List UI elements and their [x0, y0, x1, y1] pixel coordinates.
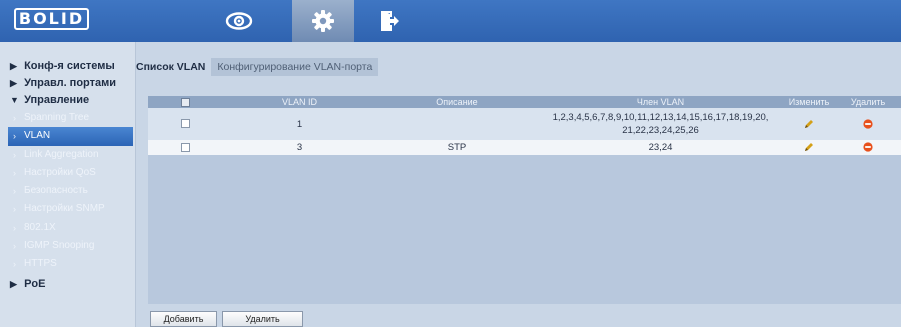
- sidebar-item-igmp-snooping[interactable]: › IGMP Snooping: [0, 237, 135, 255]
- sidebar-group-management[interactable]: ▼ Управление: [0, 92, 135, 109]
- members-line: 1,2,3,4,5,6,7,8,9,10,11,12,13,14,15,16,1…: [552, 112, 769, 123]
- sidebar-item-vlan[interactable]: › VLAN: [8, 127, 133, 146]
- pencil-icon[interactable]: [804, 119, 814, 129]
- gear-icon: [312, 10, 334, 32]
- sidebar-item-label: Настройки SNMP: [24, 203, 105, 215]
- column-header-edit: Изменить: [788, 97, 830, 107]
- eye-icon: [225, 12, 253, 30]
- sidebar-item-label: Безопасность: [24, 185, 88, 197]
- sidebar-item-8021x[interactable]: › 802.1X: [0, 219, 135, 237]
- chevron-right-icon: ›: [13, 113, 16, 123]
- sidebar-group-label: Управл. портами: [24, 77, 117, 89]
- tab-vlan-list[interactable]: Список VLAN: [130, 58, 211, 76]
- sidebar: ▶ Конф-я системы ▶ Управл. портами ▼ Упр…: [0, 42, 136, 327]
- tab-bar: Список VLAN Конфигурирование VLAN-порта: [130, 58, 379, 76]
- edit-cell: [783, 140, 835, 155]
- delete-cell: [835, 140, 901, 155]
- sidebar-item-label: VLAN: [24, 130, 51, 142]
- select-all-checkbox[interactable]: [181, 98, 190, 108]
- table-row: 3 STP 23,24: [148, 140, 901, 155]
- sidebar-item-label: Spanning Tree: [24, 112, 90, 123]
- select-all-cell: [148, 96, 223, 108]
- caret-right-icon: ▶: [10, 78, 17, 88]
- chevron-right-icon: ›: [13, 222, 16, 233]
- sidebar-item-snmp[interactable]: › Настройки SNMP: [0, 200, 135, 218]
- add-button[interactable]: Добавить: [150, 311, 217, 327]
- vlan-id-cell: 1: [296, 118, 303, 130]
- chevron-right-icon: ›: [13, 167, 16, 178]
- sidebar-item-label: 802.1X: [24, 221, 56, 233]
- chevron-right-icon: ›: [13, 241, 16, 252]
- vlan-id-cell: 3: [296, 142, 303, 153]
- chevron-right-icon: ›: [13, 259, 16, 270]
- vlan-table: VLAN ID Описание Член VLAN Изменить Удал…: [148, 96, 901, 155]
- logout-button[interactable]: [358, 0, 420, 42]
- sidebar-group-system-config[interactable]: ▶ Конф-я системы: [0, 58, 135, 75]
- logout-icon: [381, 11, 399, 31]
- sidebar-item-qos[interactable]: › Настройки QoS: [0, 164, 135, 182]
- delete-icon[interactable]: [863, 142, 873, 153]
- members-line: 21,22,23,24,25,26: [622, 125, 699, 136]
- chevron-right-icon: ›: [13, 186, 16, 197]
- delete-cell: [835, 108, 901, 140]
- row-checkbox[interactable]: [181, 119, 190, 129]
- sidebar-item-label: HTTPS: [24, 258, 57, 270]
- sidebar-item-label: Link Aggregation: [24, 148, 99, 160]
- sidebar-group-label: PoE: [24, 277, 46, 290]
- sidebar-item-spanning-tree[interactable]: › Spanning Tree: [0, 109, 135, 127]
- live-view-button[interactable]: [208, 0, 270, 42]
- caret-down-icon: ▼: [10, 95, 19, 105]
- description-cell: STP: [447, 142, 467, 153]
- sidebar-group-label: Управление: [24, 94, 90, 106]
- sidebar-item-label: IGMP Snooping: [24, 240, 95, 252]
- column-header-delete: Удалить: [850, 97, 886, 107]
- sidebar-item-security[interactable]: › Безопасность: [0, 182, 135, 200]
- delete-icon[interactable]: [863, 119, 873, 129]
- top-bar: BOLID: [0, 0, 901, 42]
- chevron-right-icon: ›: [13, 149, 16, 160]
- sidebar-item-label: Настройки QoS: [24, 166, 96, 178]
- sidebar-item-link-aggregation[interactable]: › Link Aggregation: [0, 146, 135, 164]
- logo: BOLID: [14, 8, 89, 30]
- pencil-icon[interactable]: [804, 142, 814, 152]
- column-header-description: Описание: [436, 97, 478, 107]
- vlan-table-panel: VLAN ID Описание Член VLAN Изменить Удал…: [148, 96, 901, 304]
- row-checkbox[interactable]: [181, 142, 190, 152]
- table-header-row: VLAN ID Описание Член VLAN Изменить Удал…: [148, 96, 901, 108]
- settings-button[interactable]: [292, 0, 354, 42]
- delete-button[interactable]: Удалить: [222, 311, 303, 327]
- edit-cell: [783, 108, 835, 140]
- sidebar-item-https[interactable]: › HTTPS: [0, 255, 135, 273]
- tab-vlan-port-config[interactable]: Конфигурирование VLAN-порта: [211, 58, 379, 76]
- description-cell: [376, 108, 538, 140]
- column-header-vlan-id: VLAN ID: [281, 97, 317, 107]
- chevron-right-icon: ›: [13, 204, 16, 215]
- column-header-members: Член VLAN: [636, 97, 685, 107]
- caret-right-icon: ▶: [10, 278, 17, 289]
- caret-right-icon: ▶: [10, 61, 17, 71]
- table-row: 1 1,2,3,4,5,6,7,8,9,10,11,12,13,14,15,16…: [148, 108, 901, 140]
- members-cell: 1,2,3,4,5,6,7,8,9,10,11,12,13,14,15,16,1…: [538, 108, 783, 140]
- sidebar-group-poe[interactable]: ▶ PoE: [0, 276, 135, 293]
- sidebar-group-label: Конф-я системы: [24, 60, 115, 72]
- chevron-right-icon: ›: [13, 131, 16, 142]
- sidebar-group-port-management[interactable]: ▶ Управл. портами: [0, 75, 135, 92]
- members-cell: 23,24: [648, 142, 673, 153]
